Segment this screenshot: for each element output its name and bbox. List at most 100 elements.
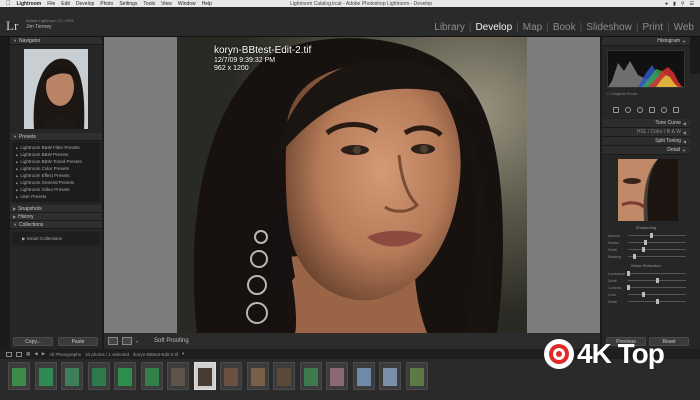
menu-settings[interactable]: Settings xyxy=(119,1,137,7)
chevron-down-icon[interactable]: ▾ xyxy=(182,351,184,357)
menu-edit[interactable]: Edit xyxy=(61,1,70,7)
tone-curve-header[interactable]: Tone Curve ◀ xyxy=(602,119,690,128)
hsl-header[interactable]: HSL / Color / B & W ◀ xyxy=(602,128,690,137)
crop-tool-icon[interactable] xyxy=(613,107,619,113)
preset-folder[interactable]: ▶ Lightroom B&W Filter Presets xyxy=(16,144,98,151)
slider-knob[interactable] xyxy=(641,292,645,297)
menu-tools[interactable]: Tools xyxy=(143,1,155,7)
nr-color-detail-slider[interactable]: Detail xyxy=(608,298,686,305)
slider-knob[interactable] xyxy=(627,285,630,290)
search-icon[interactable]: ⚲ xyxy=(681,1,685,7)
collections-header[interactable]: ▼ Collections + xyxy=(10,74,700,386)
slider-knob[interactable] xyxy=(644,240,648,245)
spot-removal-icon[interactable] xyxy=(625,107,631,113)
forward-arrow-icon[interactable]: ▶ xyxy=(42,351,45,357)
battery-icon[interactable]: ▮ xyxy=(673,1,676,7)
navigator-header[interactable]: ▼ Navigator FIT FILL 1:1 3:1 xyxy=(10,37,700,386)
filmstrip-thumbnail[interactable] xyxy=(167,362,189,390)
presets-header[interactable]: ▼ Presets + xyxy=(10,74,700,386)
before-after-icon[interactable] xyxy=(122,337,132,345)
preset-folder[interactable]: ▶ Lightroom B&W Toned Presets xyxy=(16,158,98,165)
slider-knob[interactable] xyxy=(650,233,654,238)
checkbox-icon[interactable]: ☐ xyxy=(607,91,611,96)
filmstrip-thumbnail[interactable] xyxy=(246,362,269,390)
filmstrip-thumbnail[interactable] xyxy=(140,362,163,390)
filmstrip-thumbnail[interactable] xyxy=(87,362,110,390)
apple-icon[interactable]:  xyxy=(6,1,11,7)
paste-button[interactable]: Paste xyxy=(58,337,98,346)
filmstrip-thumbnail[interactable] xyxy=(8,362,30,390)
nr-contrast-slider[interactable]: Contrast xyxy=(608,284,686,291)
smart-collections-item[interactable]: ▶ Smart Collections xyxy=(12,232,100,246)
menu-file[interactable]: File xyxy=(47,1,55,7)
radial-filter-icon[interactable] xyxy=(661,107,667,113)
module-develop[interactable]: Develop xyxy=(471,22,516,33)
nr-luminance-slider[interactable]: Luminance xyxy=(608,270,686,277)
module-slideshow[interactable]: Slideshow xyxy=(582,22,636,33)
nr-color-slider[interactable]: Color xyxy=(608,291,686,298)
copy-button[interactable]: Copy... xyxy=(13,337,53,346)
back-arrow-icon[interactable]: ◀ xyxy=(34,351,37,357)
filmstrip-thumbnail[interactable] xyxy=(61,362,83,390)
slider-knob[interactable] xyxy=(627,271,630,276)
grid-icon[interactable]: ▦ xyxy=(26,351,30,357)
slider-knob[interactable] xyxy=(656,299,659,304)
detail-preview[interactable] xyxy=(618,159,678,221)
filmstrip-thumbnail[interactable] xyxy=(273,362,295,390)
menu-help[interactable]: Help xyxy=(202,1,212,7)
filmstrip-thumbnail[interactable] xyxy=(379,362,401,390)
sharpening-masking-slider[interactable]: Masking xyxy=(608,253,686,260)
sharpening-amount-slider[interactable]: Amount xyxy=(608,232,686,239)
chevron-down-icon[interactable]: ▾ xyxy=(136,339,138,344)
histogram-header[interactable]: Histogram ▼ xyxy=(602,37,690,46)
module-library[interactable]: Library xyxy=(430,22,469,33)
preset-folder[interactable]: ▶ Lightroom Color Presets xyxy=(16,165,98,172)
sharpening-radius-slider[interactable]: Radius xyxy=(608,239,686,246)
menu-list-icon[interactable]: ☰ xyxy=(690,1,694,7)
navigator-preview[interactable] xyxy=(24,49,88,129)
preset-folder[interactable]: ▶ Lightroom General Presets xyxy=(16,179,98,186)
history-header[interactable]: ▶ History × xyxy=(10,74,700,386)
original-photo-label[interactable]: ☐ Original Photo xyxy=(602,90,690,97)
preset-folder[interactable]: ▶ Lightroom Effect Presets xyxy=(16,172,98,179)
slider-knob[interactable] xyxy=(632,254,636,259)
slider-knob[interactable] xyxy=(641,247,645,252)
menu-photo[interactable]: Photo xyxy=(100,1,113,7)
adjustment-brush-icon[interactable] xyxy=(673,107,679,113)
filmstrip-thumbnail[interactable] xyxy=(326,362,348,390)
module-book[interactable]: Book xyxy=(549,22,580,33)
detail-header[interactable]: Detail ▼ xyxy=(602,146,690,155)
slider-knob[interactable] xyxy=(656,278,659,283)
page-1-button[interactable] xyxy=(6,351,12,357)
filmstrip-thumbnail[interactable] xyxy=(405,362,428,390)
module-map[interactable]: Map xyxy=(519,22,546,33)
graduated-filter-icon[interactable] xyxy=(649,107,655,113)
red-eye-icon[interactable] xyxy=(637,107,643,113)
menu-develop[interactable]: Develop xyxy=(76,1,94,7)
split-toning-header[interactable]: Split Toning ◀ xyxy=(602,137,690,146)
snapshots-header[interactable]: ▶ Snapshots + xyxy=(10,74,700,386)
module-print[interactable]: Print xyxy=(638,22,667,33)
soft-proofing-checkbox[interactable]: Soft Proofing xyxy=(154,338,189,344)
main-photo[interactable] xyxy=(177,37,527,333)
filmstrip-thumbnail[interactable] xyxy=(299,362,322,390)
filmstrip-thumbnail[interactable] xyxy=(220,362,242,390)
wifi-icon[interactable]: ● xyxy=(665,1,668,7)
filmstrip-thumbnail[interactable] xyxy=(352,362,375,390)
image-view[interactable]: koryn-BBtest-Edit-2.tif 12/7/09 9:39:32 … xyxy=(104,37,600,333)
menu-window[interactable]: Window xyxy=(178,1,196,7)
module-web[interactable]: Web xyxy=(670,22,698,33)
filmstrip-thumbnail[interactable] xyxy=(193,362,216,390)
page-2-button[interactable] xyxy=(16,351,22,357)
nr-detail-slider[interactable]: Detail xyxy=(608,277,686,284)
preset-folder[interactable]: ▶ Lightroom B&W Presets xyxy=(16,151,98,158)
menu-view[interactable]: View xyxy=(161,1,172,7)
preset-folder[interactable]: ▶ User Presets xyxy=(16,193,98,200)
app-menu[interactable]: Lightroom xyxy=(17,1,42,7)
preset-folder[interactable]: ▶ Lightroom Video Presets xyxy=(16,186,98,193)
source-label[interactable]: All Photographs xyxy=(49,352,81,357)
filmstrip-thumbnail[interactable] xyxy=(114,362,136,390)
filmstrip-thumbnail[interactable] xyxy=(34,362,57,390)
histogram[interactable] xyxy=(607,50,685,88)
sharpening-detail-slider[interactable]: Detail xyxy=(608,246,686,253)
